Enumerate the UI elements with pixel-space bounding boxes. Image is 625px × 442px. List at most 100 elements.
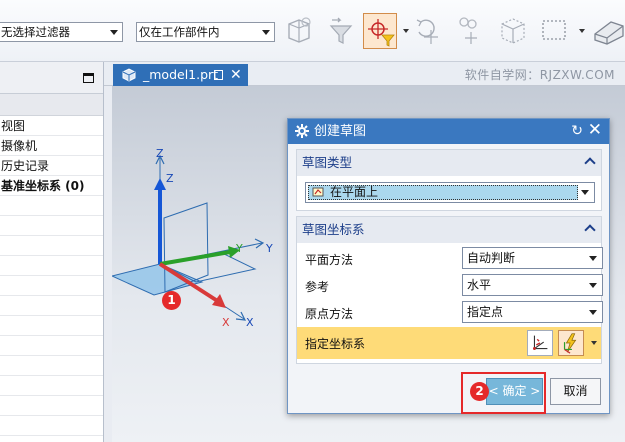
navigator-row-empty bbox=[0, 356, 103, 376]
chevron-down-icon bbox=[581, 190, 589, 195]
y-label: Y bbox=[265, 242, 273, 255]
type-filter-dropdown[interactable]: 无选择过滤器 bbox=[0, 22, 123, 42]
x-label-inner: X bbox=[222, 316, 230, 329]
plane-method-label: 平面方法 bbox=[305, 253, 354, 267]
funnel-filter-icon[interactable] bbox=[326, 12, 356, 48]
origin-method-dropdown[interactable]: 指定点 bbox=[462, 301, 603, 323]
chevron-up-icon[interactable] bbox=[584, 157, 596, 169]
type-filter-value: 无选择过滤器 bbox=[1, 25, 70, 39]
navigator-row[interactable]: 视图 bbox=[0, 116, 103, 136]
z-label-inner: Z bbox=[166, 172, 174, 185]
origin-method-row: 原点方法 指定点 bbox=[297, 301, 603, 325]
plane-method-row: 平面方法 自动判断 bbox=[297, 247, 603, 271]
modified-icon bbox=[214, 70, 223, 80]
part-navigator: 视图 摄像机 历史记录 基准坐标系 (0) bbox=[0, 62, 104, 442]
sketch-csys-group: 草图坐标系 平面方法 自动判断 参考 水平 原点方法 指定点 指定坐标系 bbox=[296, 216, 603, 364]
navigator-row-empty bbox=[0, 396, 103, 416]
close-icon[interactable]: ✕ bbox=[588, 118, 602, 143]
chevron-down-icon bbox=[589, 283, 597, 288]
box-select-icon[interactable] bbox=[539, 12, 569, 48]
origin-method-label: 原点方法 bbox=[305, 307, 354, 321]
plane-method-value: 自动判断 bbox=[467, 251, 516, 265]
navigator-row-empty bbox=[0, 196, 103, 216]
sketch-type-value: 在平面上 bbox=[330, 185, 379, 199]
reference-row: 参考 水平 bbox=[297, 274, 603, 298]
part-file-icon bbox=[122, 68, 136, 82]
csys-icon bbox=[532, 335, 548, 351]
undo-point-icon[interactable] bbox=[413, 12, 443, 48]
navigator-row-label: 视图 bbox=[1, 119, 26, 133]
plane-method-dropdown[interactable]: 自动判断 bbox=[462, 247, 603, 269]
chevron-down-icon bbox=[589, 310, 597, 315]
navigator-row[interactable]: 历史记录 bbox=[0, 156, 103, 176]
specify-csys-row[interactable]: 指定坐标系 bbox=[297, 327, 601, 359]
cancel-button[interactable]: 取消 bbox=[550, 378, 601, 405]
tab-model1[interactable]: _model1.prt ✕ bbox=[113, 64, 248, 86]
on-plane-icon bbox=[312, 187, 324, 197]
specify-csys-label: 指定坐标系 bbox=[305, 337, 366, 351]
y-axis-vector[interactable] bbox=[159, 250, 231, 266]
sketch-type-group: 草图类型 在平面上 bbox=[296, 149, 602, 211]
tab-label: _model1.prt bbox=[143, 67, 219, 82]
origin-method-value: 指定点 bbox=[467, 305, 504, 319]
maximize-icon[interactable] bbox=[83, 73, 94, 83]
selection-toolbar: 无选择过滤器 仅在工作部件内 bbox=[0, 0, 625, 62]
navigator-tree: 视图 摄像机 历史记录 基准坐标系 (0) bbox=[0, 116, 103, 436]
watermark-text: 软件自学网：RJZXW.COM bbox=[464, 68, 615, 82]
dialog-title: 创建草图 bbox=[314, 124, 367, 139]
navigator-row-empty bbox=[0, 256, 103, 276]
navigator-row-empty bbox=[0, 376, 103, 396]
snap-point-filter-button[interactable] bbox=[363, 13, 397, 49]
x-label: X bbox=[246, 316, 254, 329]
chevron-down-icon bbox=[110, 30, 118, 35]
navigator-row-empty bbox=[0, 216, 103, 236]
chevron-down-icon[interactable] bbox=[579, 29, 585, 33]
y-label-inner: Y bbox=[235, 242, 243, 255]
feature-filter-icon[interactable] bbox=[284, 12, 314, 48]
eraser-icon[interactable] bbox=[591, 12, 625, 48]
navigator-row[interactable]: 基准坐标系 (0) bbox=[0, 176, 103, 196]
group-header[interactable]: 草图类型 bbox=[297, 150, 601, 176]
navigator-row-empty bbox=[0, 276, 103, 296]
chevron-down-icon[interactable] bbox=[591, 341, 597, 345]
group-title: 草图类型 bbox=[302, 155, 353, 170]
navigator-row-empty bbox=[0, 296, 103, 316]
selection-scope-dropdown[interactable]: 仅在工作部件内 bbox=[136, 22, 275, 42]
group-header[interactable]: 草图坐标系 bbox=[297, 217, 601, 243]
chevron-up-icon[interactable] bbox=[584, 224, 596, 236]
z-label: Z bbox=[156, 147, 164, 160]
navigator-row-empty bbox=[0, 416, 103, 436]
navigator-row-empty bbox=[0, 236, 103, 256]
navigator-row-label: 历史记录 bbox=[1, 159, 50, 173]
inferred-csys-button[interactable] bbox=[558, 330, 584, 356]
reference-value: 水平 bbox=[467, 278, 492, 292]
navigator-row-empty bbox=[0, 316, 103, 336]
reset-icon[interactable]: ↻ bbox=[571, 119, 583, 144]
navigator-header bbox=[0, 62, 103, 94]
create-sketch-dialog: 创建草图 ↻ ✕ 草图类型 在平面上 草图坐标系 平面方法 自动判断 参考 水平… bbox=[287, 118, 610, 414]
csys-dialog-button[interactable] bbox=[527, 330, 553, 356]
sketch-type-dropdown[interactable]: 在平面上 bbox=[305, 182, 595, 203]
dialog-title-bar[interactable]: 创建草图 ↻ ✕ bbox=[288, 119, 609, 144]
callout-badge-2: 2 bbox=[470, 382, 489, 401]
z-axis-arrowhead bbox=[154, 178, 166, 190]
wireframe-cube-icon[interactable] bbox=[497, 12, 527, 48]
close-icon[interactable]: ✕ bbox=[230, 64, 242, 86]
group-title: 草图坐标系 bbox=[302, 222, 365, 237]
chevron-down-icon[interactable] bbox=[403, 29, 409, 33]
reference-label: 参考 bbox=[305, 280, 330, 294]
datum-plane[interactable] bbox=[112, 263, 204, 296]
document-tab-strip: _model1.prt ✕ 软件自学网：RJZXW.COM bbox=[104, 62, 625, 86]
navigator-row-label: 摄像机 bbox=[1, 139, 38, 153]
reference-dropdown[interactable]: 水平 bbox=[462, 274, 603, 296]
navigator-row-empty bbox=[0, 336, 103, 356]
chevron-down-icon bbox=[262, 30, 270, 35]
navigator-row-label: 基准坐标系 (0) bbox=[1, 179, 85, 193]
nx-window: 无选择过滤器 仅在工作部件内 视图 摄像机 历史记录 基准坐标系 (0) _mo… bbox=[0, 0, 625, 442]
gear-icon bbox=[295, 124, 309, 138]
link-point-icon[interactable] bbox=[453, 12, 483, 48]
sketch-type-selected: 在平面上 bbox=[308, 185, 578, 200]
navigator-row[interactable]: 摄像机 bbox=[0, 136, 103, 156]
callout-badge-1: 1 bbox=[162, 291, 181, 310]
lightning-csys-icon bbox=[563, 333, 577, 354]
